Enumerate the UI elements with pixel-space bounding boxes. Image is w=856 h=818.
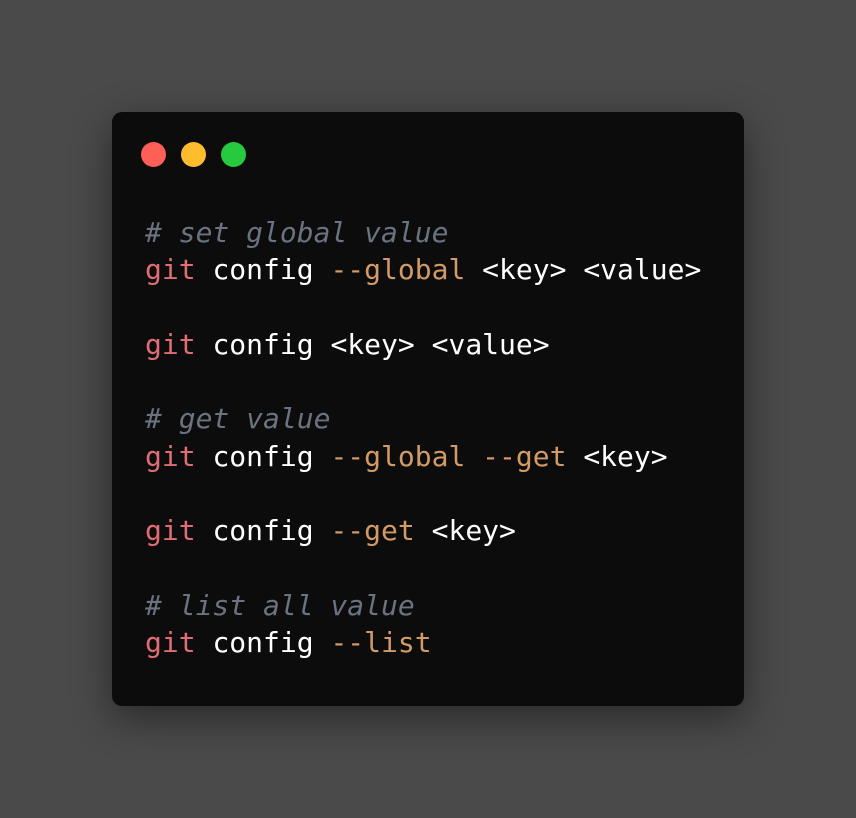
minimize-button[interactable] <box>181 142 206 167</box>
code-line-12: git config --list <box>145 624 701 661</box>
code-line-9: git config --get <key> <box>145 512 701 549</box>
subcommand-config: config <box>212 253 314 287</box>
code-line-1: # set global value <box>145 214 701 251</box>
command-git: git <box>145 253 196 287</box>
code-line-10-blank <box>145 550 701 587</box>
command-git: git <box>145 327 196 361</box>
argument-key: <key> <box>583 439 668 473</box>
comment-get-value: # get value <box>145 402 331 436</box>
flag-list: --list <box>330 626 432 660</box>
code-window: # set global value git config --global <k… <box>112 112 744 706</box>
argument-key: <key> <box>431 514 516 548</box>
code-line-3-blank <box>145 289 701 326</box>
command-git: git <box>145 626 196 660</box>
maximize-button[interactable] <box>221 142 246 167</box>
code-line-5-blank <box>145 363 701 400</box>
code-line-8-blank <box>145 475 701 512</box>
comment-set-global-value: # set global value <box>145 216 449 249</box>
close-button[interactable] <box>141 142 166 167</box>
command-git: git <box>145 514 196 548</box>
code-line-4: git config <key> <value> <box>145 326 701 363</box>
code-line-11: # list all value <box>145 587 701 624</box>
code-block: # set global value git config --global <k… <box>145 214 701 662</box>
flag-global: --global <box>330 439 466 473</box>
subcommand-config: config <box>212 626 314 660</box>
code-line-6: # get value <box>145 400 701 437</box>
code-line-7: git config --global --get <key> <box>145 438 701 475</box>
argument-key-value: <key> <value> <box>330 327 550 361</box>
comment-list-all-value: # list all value <box>145 588 415 622</box>
subcommand-config: config <box>212 327 314 361</box>
subcommand-config: config <box>212 514 314 548</box>
flag-global: --global <box>330 253 466 287</box>
command-git: git <box>145 439 196 473</box>
code-line-2: git config --global <key> <value> <box>145 251 701 288</box>
subcommand-config: config <box>212 439 314 473</box>
argument-key-value: <key> <value> <box>482 253 702 287</box>
flag-get: --get <box>330 514 415 548</box>
flag-get: --get <box>482 439 567 473</box>
